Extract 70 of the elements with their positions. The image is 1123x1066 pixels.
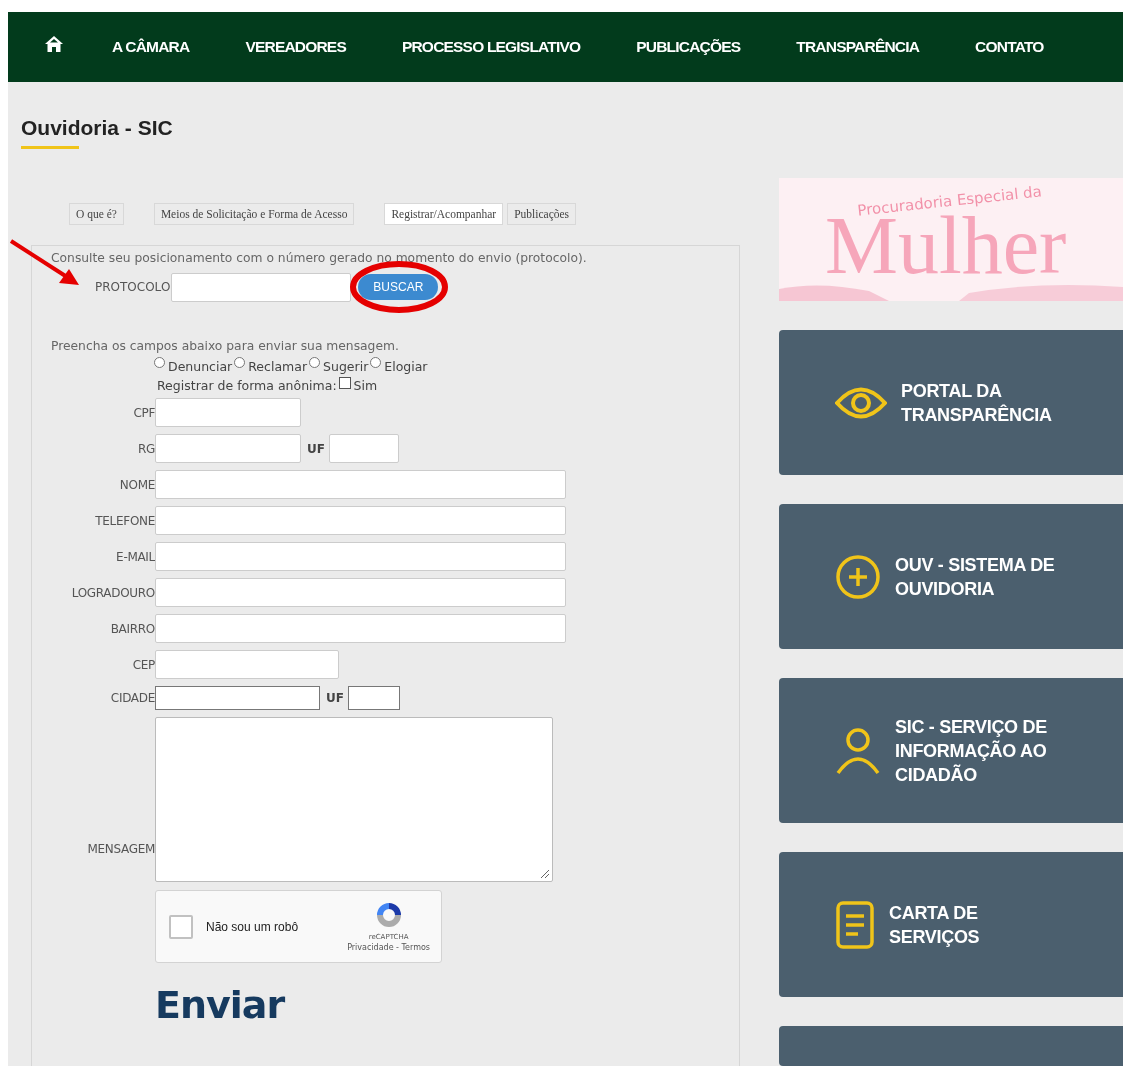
submit-button[interactable]: Enviar xyxy=(155,983,285,1027)
nav-link[interactable]: VEREADORES xyxy=(245,38,346,56)
radio-label: Sugerir xyxy=(323,359,369,374)
field-label: E-MAIL xyxy=(115,549,155,564)
tab[interactable]: Publicações xyxy=(507,203,577,225)
service-card[interactable]: SIC - SERVIÇO DE INFORMAÇÃO AO CIDADÃO xyxy=(779,678,1123,823)
input-field[interactable] xyxy=(155,470,566,499)
radio-button[interactable] xyxy=(370,357,382,368)
field-label: BAIRRO xyxy=(109,621,155,636)
radio-label: Reclamar xyxy=(248,359,308,374)
title-underline xyxy=(21,146,79,149)
nav-link[interactable]: PUBLICAÇÕES xyxy=(636,38,741,56)
nav-link[interactable]: CONTATO xyxy=(975,38,1044,56)
service-card[interactable]: PORTAL DA TRANSPARÊNCIA xyxy=(779,330,1123,475)
state-field[interactable] xyxy=(347,686,400,710)
service-card[interactable] xyxy=(779,1026,1123,1066)
field-label: PROTOCOLO xyxy=(95,280,171,294)
document-icon xyxy=(835,899,875,950)
field-label: NOME xyxy=(118,477,155,492)
captcha-links: Privacidade - Termos xyxy=(347,943,430,952)
person-icon xyxy=(835,726,881,775)
field-label: UF xyxy=(326,691,344,705)
nav-link[interactable]: A CÂMARA xyxy=(112,38,190,56)
tab[interactable]: O que é? xyxy=(69,203,124,225)
radio-button[interactable] xyxy=(309,357,321,368)
search-button[interactable]: BUSCAR xyxy=(358,274,439,300)
radio-button[interactable] xyxy=(154,357,165,368)
checkbox[interactable] xyxy=(169,914,193,939)
field-label: RG xyxy=(136,441,155,456)
field-label: LOGRADOURO xyxy=(70,585,155,600)
field-label: CIDADE xyxy=(109,691,155,705)
tab[interactable]: Registrar/Acompanhar xyxy=(384,203,504,225)
card-label: CARTA DE SERVIÇOS xyxy=(889,901,981,949)
card-label: PORTAL DA TRANSPARÊNCIA xyxy=(901,379,1053,427)
radio-button[interactable] xyxy=(234,357,246,368)
field-label: MENSAGEM xyxy=(86,842,155,856)
captcha-label: Não sou um robô xyxy=(206,919,299,934)
input-field[interactable] xyxy=(155,434,301,463)
checkbox-label: Sim xyxy=(353,378,378,393)
field-label: CPF xyxy=(132,405,155,420)
service-card[interactable]: CARTA DE SERVIÇOS xyxy=(779,852,1123,997)
consult-text: Consulte seu posicionamento com o número gerado no momento do envio (protocolo). xyxy=(51,251,588,265)
anonymous-label: Registrar de forma anônima: xyxy=(157,378,337,393)
page-title: Ouvidoria - SIC xyxy=(21,116,174,140)
card-label: OUV - SISTEMA DE OUVIDORIA xyxy=(895,553,1056,601)
field-label: TELEFONE xyxy=(94,513,155,528)
input-field[interactable] xyxy=(155,506,566,535)
radio-label: Denunciar xyxy=(168,359,233,374)
input-field[interactable] xyxy=(155,542,566,571)
state-field[interactable] xyxy=(328,434,399,463)
plus-circle-icon xyxy=(835,553,881,600)
checkbox[interactable] xyxy=(338,376,351,389)
field-label: UF xyxy=(307,441,325,456)
form-intro: Preencha os campos abaixo para enviar sua mensagem. xyxy=(51,339,400,353)
home-icon[interactable] xyxy=(44,35,64,53)
input-field[interactable] xyxy=(155,398,301,427)
card-label: SIC - SERVIÇO DE INFORMAÇÃO AO CIDADÃO xyxy=(895,715,1048,787)
nav-link[interactable]: PROCESSO LEGISLATIVO xyxy=(401,38,581,56)
input-field[interactable] xyxy=(155,686,320,710)
radio-label: Elogiar xyxy=(384,359,428,374)
tab[interactable]: Meios de Solicitação e Forma de Acesso xyxy=(153,203,355,225)
field-label: CEP xyxy=(131,657,155,672)
service-card[interactable]: OUV - SISTEMA DE OUVIDORIA xyxy=(779,504,1123,649)
message-field[interactable] xyxy=(155,717,553,882)
resize-grip-icon xyxy=(538,867,550,879)
input-field[interactable] xyxy=(155,614,566,643)
input-field[interactable] xyxy=(155,578,566,607)
protocol-field[interactable] xyxy=(171,272,352,302)
nav-link[interactable]: TRANSPARÊNCIA xyxy=(796,38,920,56)
input-field[interactable] xyxy=(155,650,339,679)
